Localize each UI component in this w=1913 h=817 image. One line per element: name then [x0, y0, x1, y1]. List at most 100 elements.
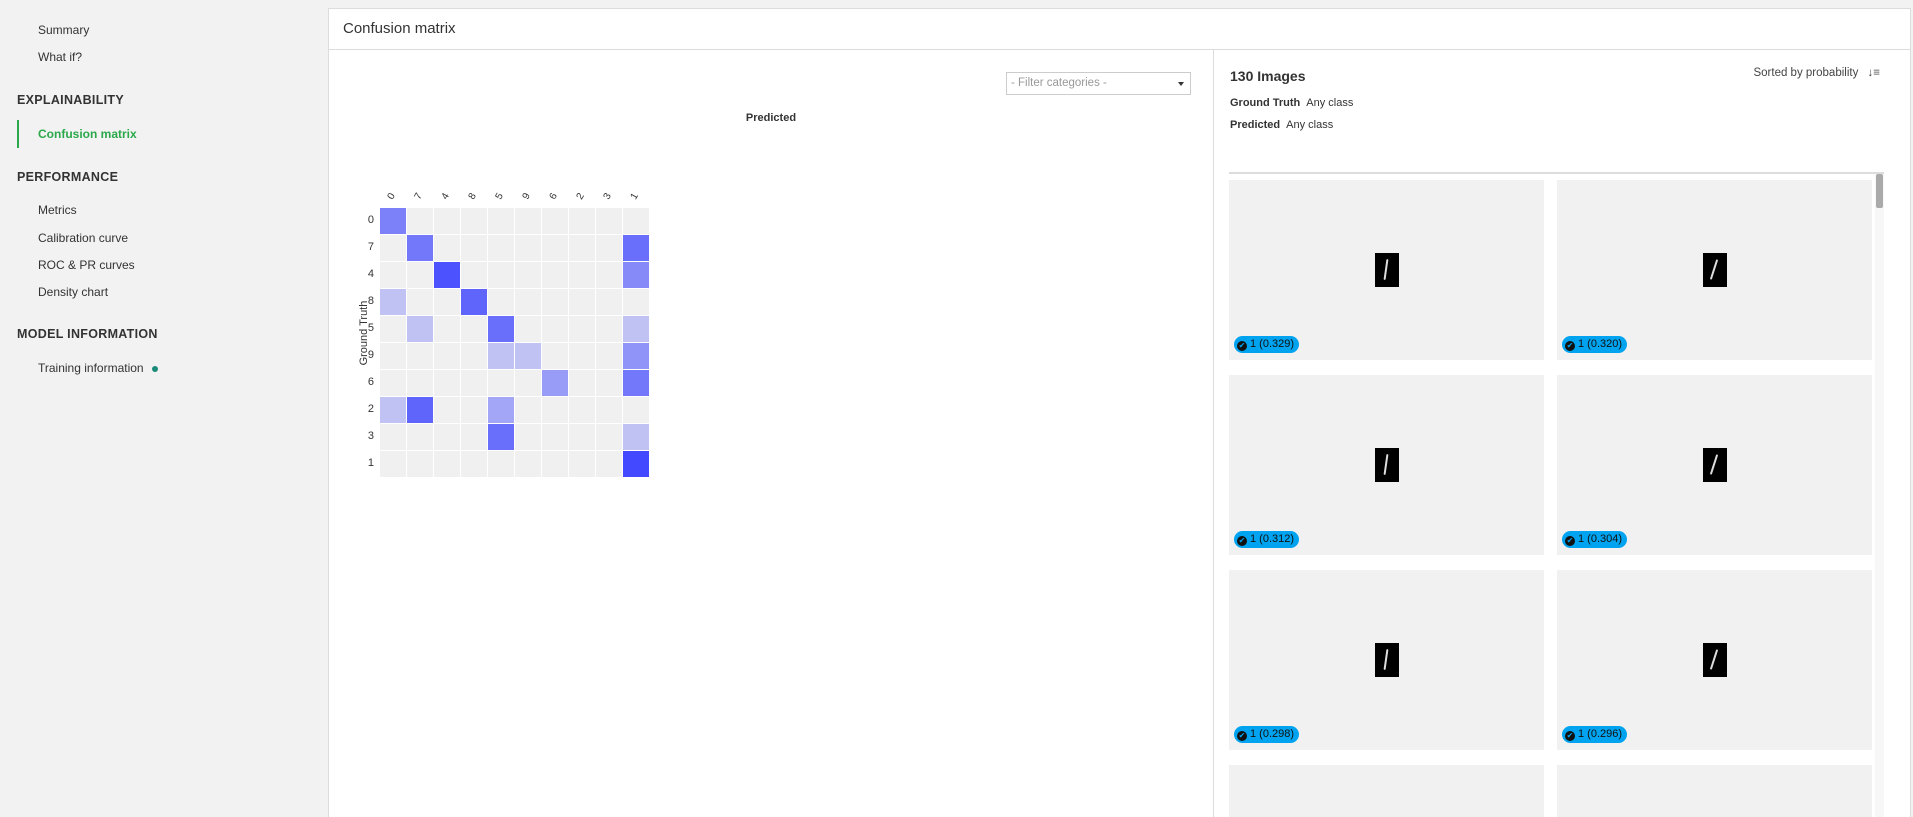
- matrix-cell[interactable]: [488, 316, 514, 342]
- matrix-cell[interactable]: [461, 424, 487, 450]
- matrix-cell[interactable]: [542, 370, 568, 396]
- matrix-cell[interactable]: [488, 262, 514, 288]
- matrix-cell[interactable]: [407, 424, 433, 450]
- matrix-cell[interactable]: [434, 208, 460, 234]
- matrix-cell[interactable]: [380, 397, 406, 423]
- image-card[interactable]: ✔ 1 (0.298): [1229, 570, 1544, 750]
- image-card[interactable]: ✔ 1 (0.296): [1557, 570, 1872, 750]
- matrix-cell[interactable]: [623, 208, 649, 234]
- matrix-cell[interactable]: [380, 289, 406, 315]
- matrix-cell[interactable]: [515, 208, 541, 234]
- matrix-cell[interactable]: [542, 451, 568, 477]
- matrix-cell[interactable]: [596, 235, 622, 261]
- matrix-cell[interactable]: [596, 397, 622, 423]
- matrix-cell[interactable]: [407, 370, 433, 396]
- matrix-cell[interactable]: [434, 262, 460, 288]
- matrix-cell[interactable]: [542, 397, 568, 423]
- matrix-cell[interactable]: [515, 235, 541, 261]
- image-card[interactable]: [1229, 765, 1544, 817]
- matrix-cell[interactable]: [542, 235, 568, 261]
- matrix-cell[interactable]: [542, 316, 568, 342]
- sidebar-item-roc-pr-curves[interactable]: ROC & PR curves: [38, 258, 135, 272]
- matrix-cell[interactable]: [542, 343, 568, 369]
- matrix-cell[interactable]: [434, 370, 460, 396]
- matrix-cell[interactable]: [461, 208, 487, 234]
- matrix-cell[interactable]: [434, 235, 460, 261]
- matrix-cell[interactable]: [461, 451, 487, 477]
- matrix-cell[interactable]: [488, 208, 514, 234]
- matrix-cell[interactable]: [569, 397, 595, 423]
- matrix-cell[interactable]: [434, 424, 460, 450]
- matrix-cell[interactable]: [596, 451, 622, 477]
- matrix-cell[interactable]: [515, 370, 541, 396]
- ground-truth-filter[interactable]: Ground Truth Any class: [1230, 97, 1353, 109]
- matrix-cell[interactable]: [542, 289, 568, 315]
- matrix-cell[interactable]: [380, 208, 406, 234]
- image-card[interactable]: ✔ 1 (0.329): [1229, 180, 1544, 360]
- matrix-cell[interactable]: [461, 343, 487, 369]
- matrix-cell[interactable]: [623, 289, 649, 315]
- matrix-cell[interactable]: [515, 262, 541, 288]
- matrix-cell[interactable]: [569, 262, 595, 288]
- predicted-filter[interactable]: Predicted Any class: [1230, 119, 1333, 131]
- matrix-cell[interactable]: [407, 262, 433, 288]
- matrix-cell[interactable]: [488, 235, 514, 261]
- image-card[interactable]: ✔ 1 (0.304): [1557, 375, 1872, 555]
- matrix-cell[interactable]: [623, 316, 649, 342]
- matrix-cell[interactable]: [407, 208, 433, 234]
- matrix-cell[interactable]: [515, 397, 541, 423]
- matrix-cell[interactable]: [407, 289, 433, 315]
- matrix-cell[interactable]: [569, 289, 595, 315]
- matrix-cell[interactable]: [596, 343, 622, 369]
- matrix-cell[interactable]: [461, 262, 487, 288]
- matrix-cell[interactable]: [461, 370, 487, 396]
- matrix-cell[interactable]: [488, 370, 514, 396]
- matrix-cell[interactable]: [488, 397, 514, 423]
- matrix-cell[interactable]: [380, 316, 406, 342]
- matrix-cell[interactable]: [380, 370, 406, 396]
- matrix-cell[interactable]: [515, 424, 541, 450]
- matrix-cell[interactable]: [407, 451, 433, 477]
- matrix-cell[interactable]: [623, 262, 649, 288]
- matrix-cell[interactable]: [515, 316, 541, 342]
- matrix-cell[interactable]: [380, 262, 406, 288]
- matrix-cell[interactable]: [569, 370, 595, 396]
- matrix-cell[interactable]: [596, 289, 622, 315]
- matrix-cell[interactable]: [461, 316, 487, 342]
- matrix-cell[interactable]: [434, 316, 460, 342]
- matrix-cell[interactable]: [569, 451, 595, 477]
- matrix-cell[interactable]: [488, 289, 514, 315]
- matrix-cell[interactable]: [569, 235, 595, 261]
- gallery-scrollbar[interactable]: [1875, 174, 1884, 817]
- sort-button[interactable]: Sorted by probability ↓≡: [1753, 67, 1880, 79]
- matrix-cell[interactable]: [623, 235, 649, 261]
- matrix-cell[interactable]: [596, 370, 622, 396]
- sidebar-item-calibration-curve[interactable]: Calibration curve: [38, 231, 128, 245]
- matrix-cell[interactable]: [515, 289, 541, 315]
- matrix-cell[interactable]: [623, 343, 649, 369]
- matrix-cell[interactable]: [569, 343, 595, 369]
- sidebar-item-metrics[interactable]: Metrics: [38, 203, 77, 217]
- matrix-cell[interactable]: [596, 262, 622, 288]
- matrix-cell[interactable]: [569, 424, 595, 450]
- sidebar-item-training-information[interactable]: Training information: [38, 361, 158, 375]
- matrix-cell[interactable]: [407, 343, 433, 369]
- sidebar-item-density-chart[interactable]: Density chart: [38, 285, 108, 299]
- matrix-cell[interactable]: [380, 343, 406, 369]
- matrix-cell[interactable]: [569, 208, 595, 234]
- sidebar-item-confusion-matrix[interactable]: Confusion matrix: [17, 120, 137, 148]
- matrix-cell[interactable]: [515, 343, 541, 369]
- matrix-cell[interactable]: [488, 451, 514, 477]
- matrix-cell[interactable]: [488, 343, 514, 369]
- sidebar-item-what-if[interactable]: What if?: [38, 50, 82, 64]
- matrix-cell[interactable]: [434, 451, 460, 477]
- matrix-cell[interactable]: [623, 451, 649, 477]
- image-card[interactable]: ✔ 1 (0.312): [1229, 375, 1544, 555]
- matrix-cell[interactable]: [542, 208, 568, 234]
- matrix-cell[interactable]: [434, 397, 460, 423]
- image-card[interactable]: ✔ 1 (0.320): [1557, 180, 1872, 360]
- matrix-cell[interactable]: [542, 262, 568, 288]
- matrix-cell[interactable]: [461, 397, 487, 423]
- matrix-cell[interactable]: [623, 397, 649, 423]
- matrix-cell[interactable]: [407, 397, 433, 423]
